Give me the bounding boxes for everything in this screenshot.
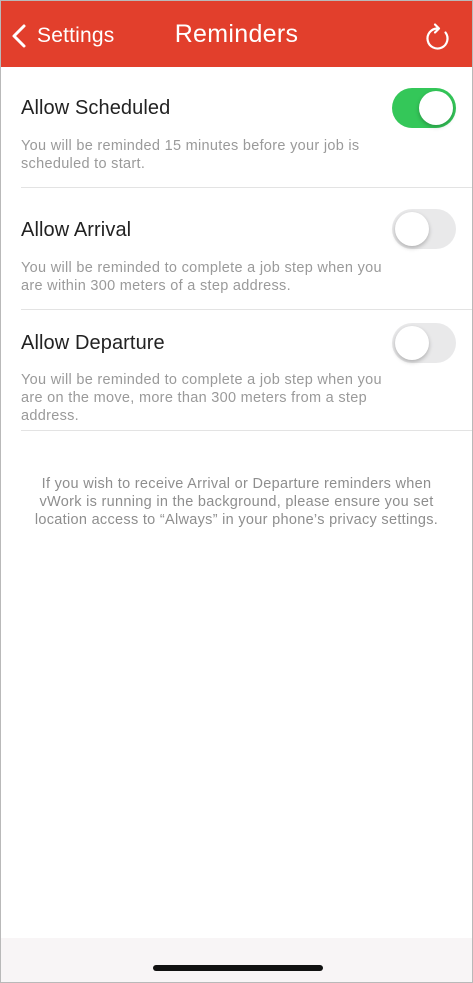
page-title: Reminders [174, 20, 299, 48]
setting-row-scheduled: Allow Scheduled You will be reminded 15 … [21, 67, 472, 188]
setting-description: You will be reminded to complete a job s… [21, 260, 382, 294]
toggle-knob [395, 212, 429, 246]
toggle-knob [419, 91, 453, 125]
setting-description: You will be reminded 15 minutes before y… [21, 138, 360, 172]
navigation-bar: Settings Reminders [1, 1, 472, 67]
setting-label: Allow Arrival [21, 219, 132, 241]
setting-label: Allow Departure [21, 332, 165, 354]
refresh-icon [426, 23, 449, 50]
app-window: Settings Reminders Allow Scheduled You w… [0, 0, 473, 983]
home-indicator[interactable] [153, 965, 323, 971]
refresh-button[interactable] [424, 21, 452, 53]
allow-departure-toggle[interactable] [392, 323, 456, 363]
allow-arrival-toggle[interactable] [392, 209, 456, 249]
setting-label: Allow Scheduled [21, 97, 171, 119]
bottom-safe-area [1, 938, 472, 982]
allow-scheduled-toggle[interactable] [392, 88, 456, 128]
location-info-note: If you wish to receive Arrival or Depart… [34, 476, 439, 528]
toggle-knob [395, 326, 429, 360]
setting-description: You will be reminded to complete a job s… [21, 372, 382, 424]
setting-row-arrival: Allow Arrival You will be reminded to co… [21, 188, 472, 310]
setting-row-departure: Allow Departure You will be reminded to … [21, 310, 472, 431]
settings-list: Allow Scheduled You will be reminded 15 … [1, 67, 472, 528]
